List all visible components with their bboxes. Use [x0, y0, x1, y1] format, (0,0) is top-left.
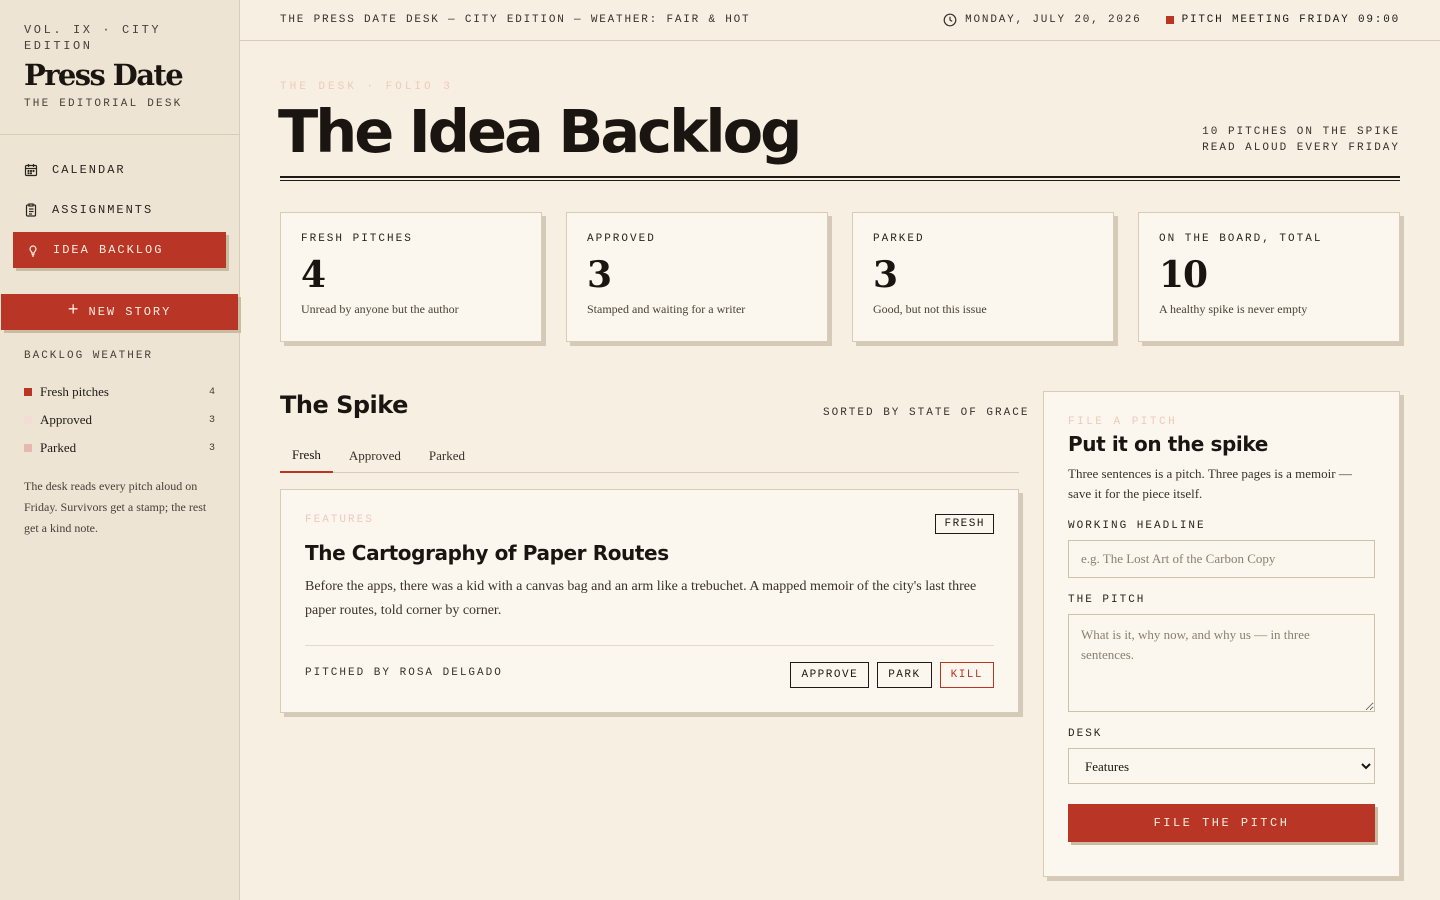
kill-button[interactable]: Kill	[939, 662, 994, 688]
file-pitch-button[interactable]: File the Pitch	[1068, 804, 1375, 842]
clock-icon	[943, 13, 957, 27]
spike-count-text: 10 Pitches on the Spike	[1202, 126, 1400, 138]
sidebar-nav: Calendar Assignments Idea Backlog	[0, 152, 240, 272]
stat-card-fresh: Fresh Pitches 4 Unread by anyone but the…	[280, 212, 542, 342]
new-story-button[interactable]: + New Story	[1, 294, 238, 330]
page-title: The Idea Backlog	[278, 97, 802, 166]
pitch-headline[interactable]: The Cartography of Paper Routes	[305, 541, 994, 565]
pitch-textarea[interactable]	[1068, 614, 1375, 712]
form-title: Put it on the spike	[1068, 432, 1268, 456]
stat-desc: Good, but not this issue	[873, 302, 987, 316]
headline-input[interactable]	[1068, 540, 1375, 578]
sidebar-item-label: Calendar	[52, 163, 126, 177]
top-bar: The Press Date Desk — City Edition — Wea…	[240, 0, 1440, 41]
spike-heading: The Spike	[280, 391, 408, 419]
brand-subtitle: The Editorial Desk	[24, 98, 183, 110]
sidebar-item-label: Idea Backlog	[53, 243, 164, 257]
weather-label: Parked	[40, 440, 77, 455]
stat-label: Fresh Pitches	[301, 233, 413, 245]
stat-card-parked: Parked 3 Good, but not this issue	[852, 212, 1114, 342]
stat-card-total: On the Board, Total 10 A healthy spike i…	[1138, 212, 1400, 342]
title-rule	[280, 176, 1400, 181]
stat-label: Parked	[873, 233, 925, 245]
approved-swatch	[24, 416, 32, 424]
form-intro: Three sentences is a pitch. Three pages …	[1068, 466, 1352, 501]
pitch-actions: Approve Park Kill	[790, 662, 994, 688]
desk-label: Desk	[1068, 728, 1103, 740]
stat-value: 4	[301, 254, 326, 296]
tab-parked[interactable]: Parked	[417, 439, 477, 473]
pitch-desk: Features	[305, 514, 374, 526]
sidebar-item-label: Assignments	[52, 203, 154, 217]
plus-icon: +	[67, 301, 81, 321]
meeting-dot-icon	[1165, 16, 1174, 24]
sidebar-item-idea-backlog[interactable]: Idea Backlog	[13, 232, 226, 268]
stat-label: Approved	[587, 233, 656, 245]
weather-label: Approved	[40, 412, 92, 427]
stat-desc: Unread by anyone but the author	[301, 302, 459, 316]
read-aloud-text: Read aloud every Friday	[1202, 142, 1400, 154]
weather-note: The desk reads every pitch aloud on Frid…	[24, 479, 207, 535]
weather-row-fresh: Fresh pitches 4	[24, 378, 215, 406]
weather-heading: Backlog Weather	[24, 350, 154, 362]
tab-fresh[interactable]: Fresh	[280, 439, 333, 473]
pitch-label: The Pitch	[1068, 594, 1146, 606]
desk-select[interactable]: Features	[1068, 748, 1375, 784]
stat-desc: Stamped and waiting for a writer	[587, 302, 746, 316]
pitch-card: Features Fresh The Cartography of Paper …	[280, 489, 1019, 713]
park-button[interactable]: Park	[877, 662, 932, 688]
weather-count: 3	[208, 414, 215, 426]
meeting-notice: Pitch Meeting Friday 09:00	[1165, 14, 1400, 26]
stat-value: 3	[873, 254, 898, 296]
form-eyebrow: File a Pitch	[1068, 416, 1178, 428]
weather-count: 3	[208, 442, 215, 454]
stat-value: 3	[587, 254, 612, 296]
spike-tabs: Fresh Approved Parked	[280, 439, 1019, 473]
weather-label: Fresh pitches	[40, 384, 109, 399]
stat-value: 10	[1159, 254, 1208, 296]
volume-label: Vol. IX · City Edition	[24, 23, 162, 53]
sidebar-item-calendar[interactable]: Calendar	[0, 152, 240, 188]
pitch-byline: Pitched by Rosa Delgado	[305, 667, 503, 679]
stat-desc: A healthy spike is never empty	[1159, 302, 1308, 316]
spike-summary: 10 Pitches on the Spike Read aloud every…	[1202, 124, 1400, 156]
card-divider	[305, 645, 994, 646]
brand-title[interactable]: Press Date	[24, 58, 215, 92]
backlog-weather: Backlog Weather Fresh pitches 4 Approved…	[24, 350, 215, 539]
sidebar: Vol. IX · City Edition Press Date The Ed…	[0, 0, 240, 900]
lightbulb-icon	[29, 245, 37, 257]
pitch-body: Before the apps, there was a kid with a …	[305, 579, 977, 618]
approve-button[interactable]: Approve	[790, 662, 870, 688]
sort-label[interactable]: Sorted by state of grace	[823, 407, 1029, 419]
edition-line: The Press Date Desk — City Edition — Wea…	[280, 14, 751, 26]
stat-cards: Fresh Pitches 4 Unread by anyone but the…	[280, 212, 1400, 342]
weather-row-approved: Approved 3	[24, 406, 215, 434]
date-text: Monday, July 20, 2026	[965, 14, 1142, 26]
date-display: Monday, July 20, 2026	[943, 13, 1141, 27]
sidebar-item-assignments[interactable]: Assignments	[0, 192, 240, 228]
status-badge: Fresh	[935, 514, 994, 534]
page-eyebrow: The Desk · Folio 3	[280, 81, 453, 93]
headline-label: Working Headline	[1068, 520, 1206, 532]
stat-label: On the Board, Total	[1159, 233, 1323, 245]
tab-approved[interactable]: Approved	[337, 439, 413, 473]
brand-block: Vol. IX · City Edition Press Date The Ed…	[0, 0, 239, 135]
calendar-icon	[24, 164, 38, 177]
weather-count: 4	[208, 386, 215, 398]
parked-swatch	[24, 444, 32, 452]
stat-card-approved: Approved 3 Stamped and waiting for a wri…	[566, 212, 828, 342]
new-story-label: New Story	[88, 305, 172, 319]
weather-row-parked: Parked 3	[24, 434, 215, 462]
meeting-text: Pitch Meeting Friday 09:00	[1181, 14, 1400, 26]
file-pitch-form: File a Pitch Put it on the spike Three s…	[1043, 391, 1400, 877]
fresh-swatch	[24, 388, 32, 396]
clipboard-icon	[25, 203, 37, 217]
